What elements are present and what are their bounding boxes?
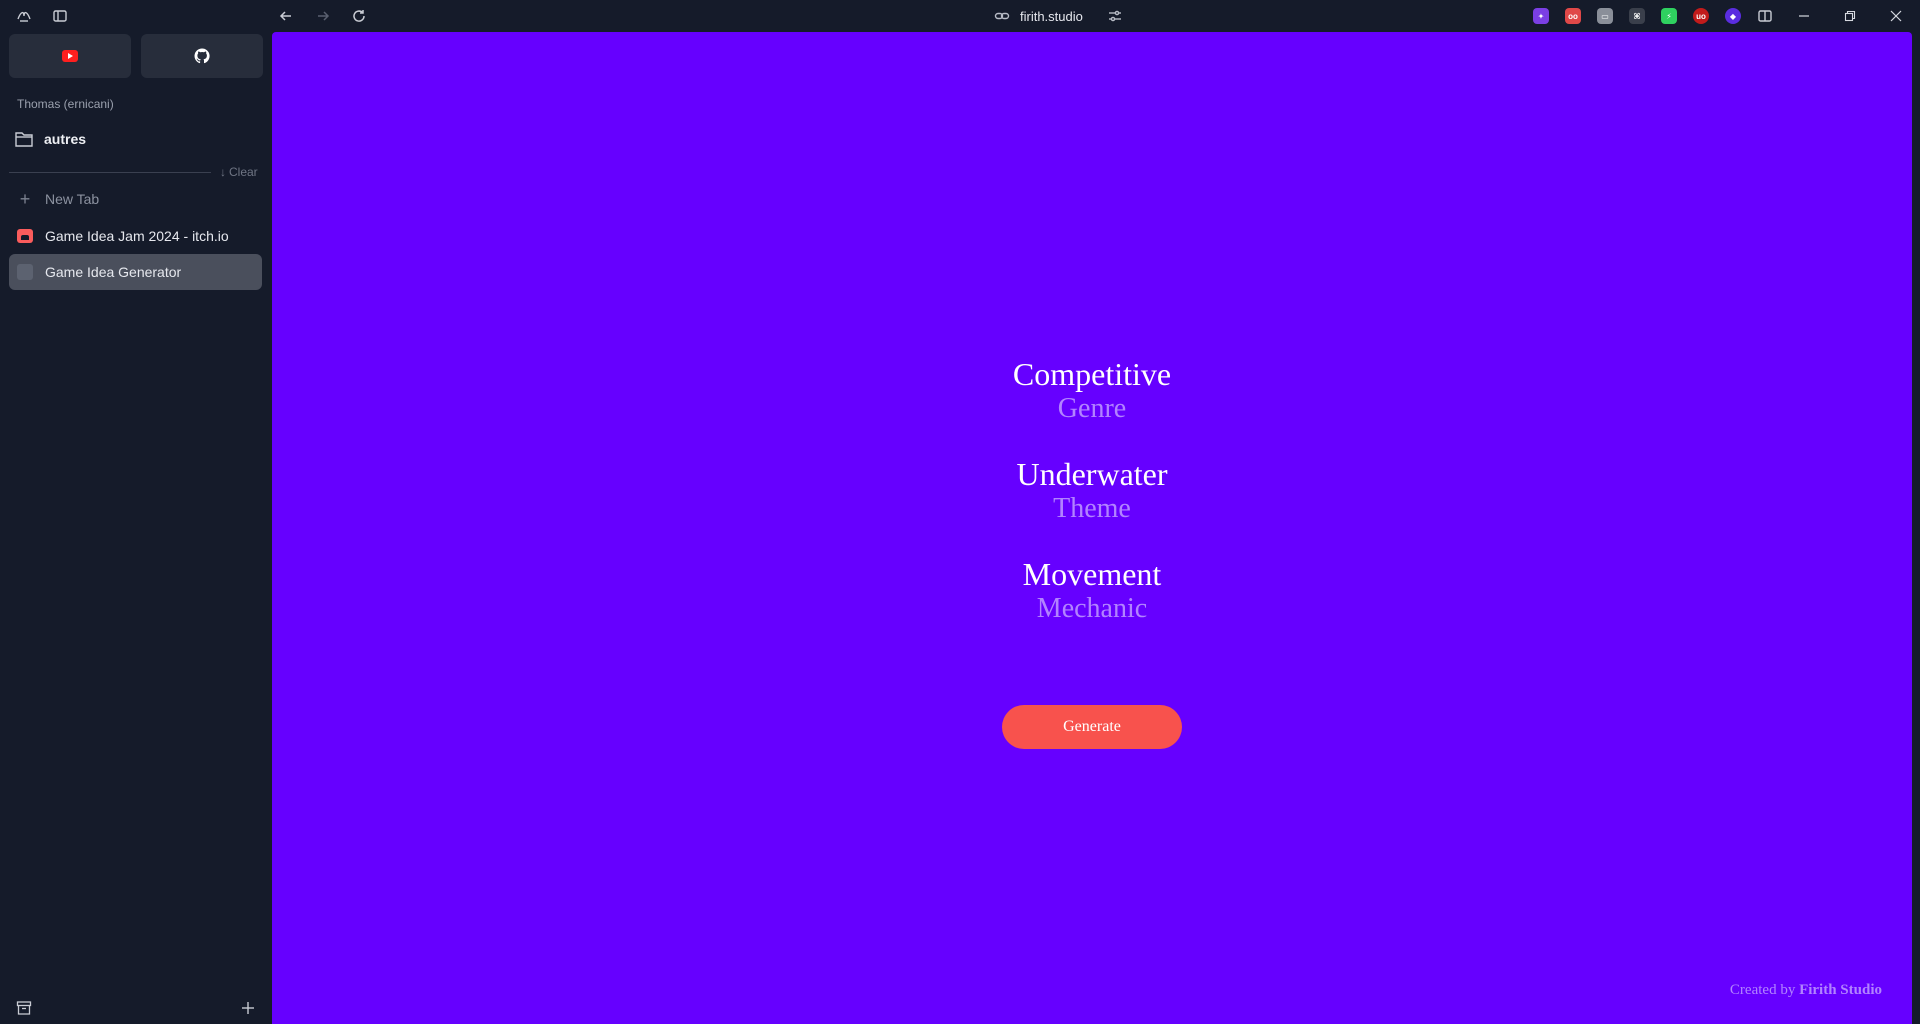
- clear-tabs-button[interactable]: ↓ Clear: [220, 165, 258, 179]
- credit-footer[interactable]: Created by Firith Studio: [1730, 982, 1882, 999]
- folder-autres[interactable]: autres: [14, 127, 86, 151]
- web-page: Competitive Genre Underwater Theme Movem…: [272, 32, 1912, 1024]
- reader-extension-icon[interactable]: ▭: [1597, 8, 1613, 24]
- theme-label: Theme: [1053, 493, 1131, 524]
- folder-label: autres: [44, 131, 87, 147]
- pinned-youtube[interactable]: [9, 34, 131, 78]
- tab-game-idea-jam[interactable]: Game Idea Jam 2024 - itch.io: [9, 218, 262, 254]
- url-text[interactable]: firith.studio: [1020, 9, 1083, 24]
- github-icon: [194, 48, 210, 64]
- grid-extension-icon[interactable]: ⌘: [1629, 8, 1645, 24]
- tab-game-idea-generator[interactable]: Game Idea Generator: [9, 254, 262, 290]
- mechanic-value: Movement: [1022, 556, 1162, 592]
- blank-favicon-icon: [17, 264, 33, 280]
- theme-value: Underwater: [1016, 456, 1168, 492]
- theme-idea: Underwater Theme: [272, 456, 1912, 526]
- archive-icon[interactable]: [14, 998, 34, 1018]
- eyes-extension-icon[interactable]: oo: [1565, 8, 1581, 24]
- plus-icon: +: [19, 188, 31, 209]
- generate-button[interactable]: Generate: [1002, 705, 1182, 749]
- split-view-icon[interactable]: [1755, 6, 1775, 26]
- browser-logo-icon[interactable]: [14, 6, 34, 26]
- ublock-extension-icon[interactable]: uo: [1693, 8, 1709, 24]
- pinned-github[interactable]: [141, 34, 263, 78]
- mechanic-label: Mechanic: [1036, 593, 1148, 624]
- genre-idea: Competitive Genre: [272, 356, 1912, 426]
- new-tab-label: New Tab: [45, 191, 100, 207]
- arrow-down-icon: ↓: [220, 165, 226, 179]
- battery-extension-icon[interactable]: ⚡: [1661, 8, 1677, 24]
- tab-title: Game Idea Jam 2024 - itch.io: [45, 228, 229, 244]
- restore-icon[interactable]: [1840, 6, 1860, 26]
- browser-toolbar: firith.studio ✦ oo ▭ ⌘ ⚡ uo ◆: [0, 0, 1920, 32]
- clear-label: Clear: [229, 165, 258, 179]
- mechanic-idea: Movement Mechanic: [272, 556, 1912, 626]
- site-settings-icon[interactable]: [1107, 8, 1123, 24]
- tabs-divider: [9, 172, 211, 173]
- profile-name: Thomas (ernicani): [17, 97, 114, 111]
- toggle-sidebar-icon[interactable]: [50, 6, 70, 26]
- vpn-extension-icon[interactable]: ◆: [1725, 8, 1741, 24]
- youtube-icon: [62, 50, 78, 62]
- close-icon[interactable]: [1886, 6, 1906, 26]
- credit-prefix: Created by: [1729, 982, 1800, 998]
- genre-label: Genre: [1057, 393, 1127, 424]
- credit-link[interactable]: Firith Studio: [1799, 982, 1882, 998]
- add-icon[interactable]: [238, 998, 258, 1018]
- genre-value: Competitive: [1012, 356, 1172, 392]
- reload-icon[interactable]: [349, 6, 369, 26]
- itchio-favicon-icon: [17, 229, 33, 243]
- back-icon[interactable]: [276, 6, 296, 26]
- new-tab-button[interactable]: + New Tab: [17, 189, 99, 209]
- wand-extension-icon[interactable]: ✦: [1533, 8, 1549, 24]
- address-bar[interactable]: firith.studio: [994, 6, 1123, 26]
- forward-icon[interactable]: [313, 6, 333, 26]
- link-icon: [994, 12, 1010, 20]
- minimize-icon[interactable]: [1794, 6, 1814, 26]
- sidebar: Thomas (ernicani) autres ↓ Clear + New T…: [0, 32, 272, 1024]
- tab-title: Game Idea Generator: [45, 264, 182, 280]
- folder-icon: [15, 132, 33, 147]
